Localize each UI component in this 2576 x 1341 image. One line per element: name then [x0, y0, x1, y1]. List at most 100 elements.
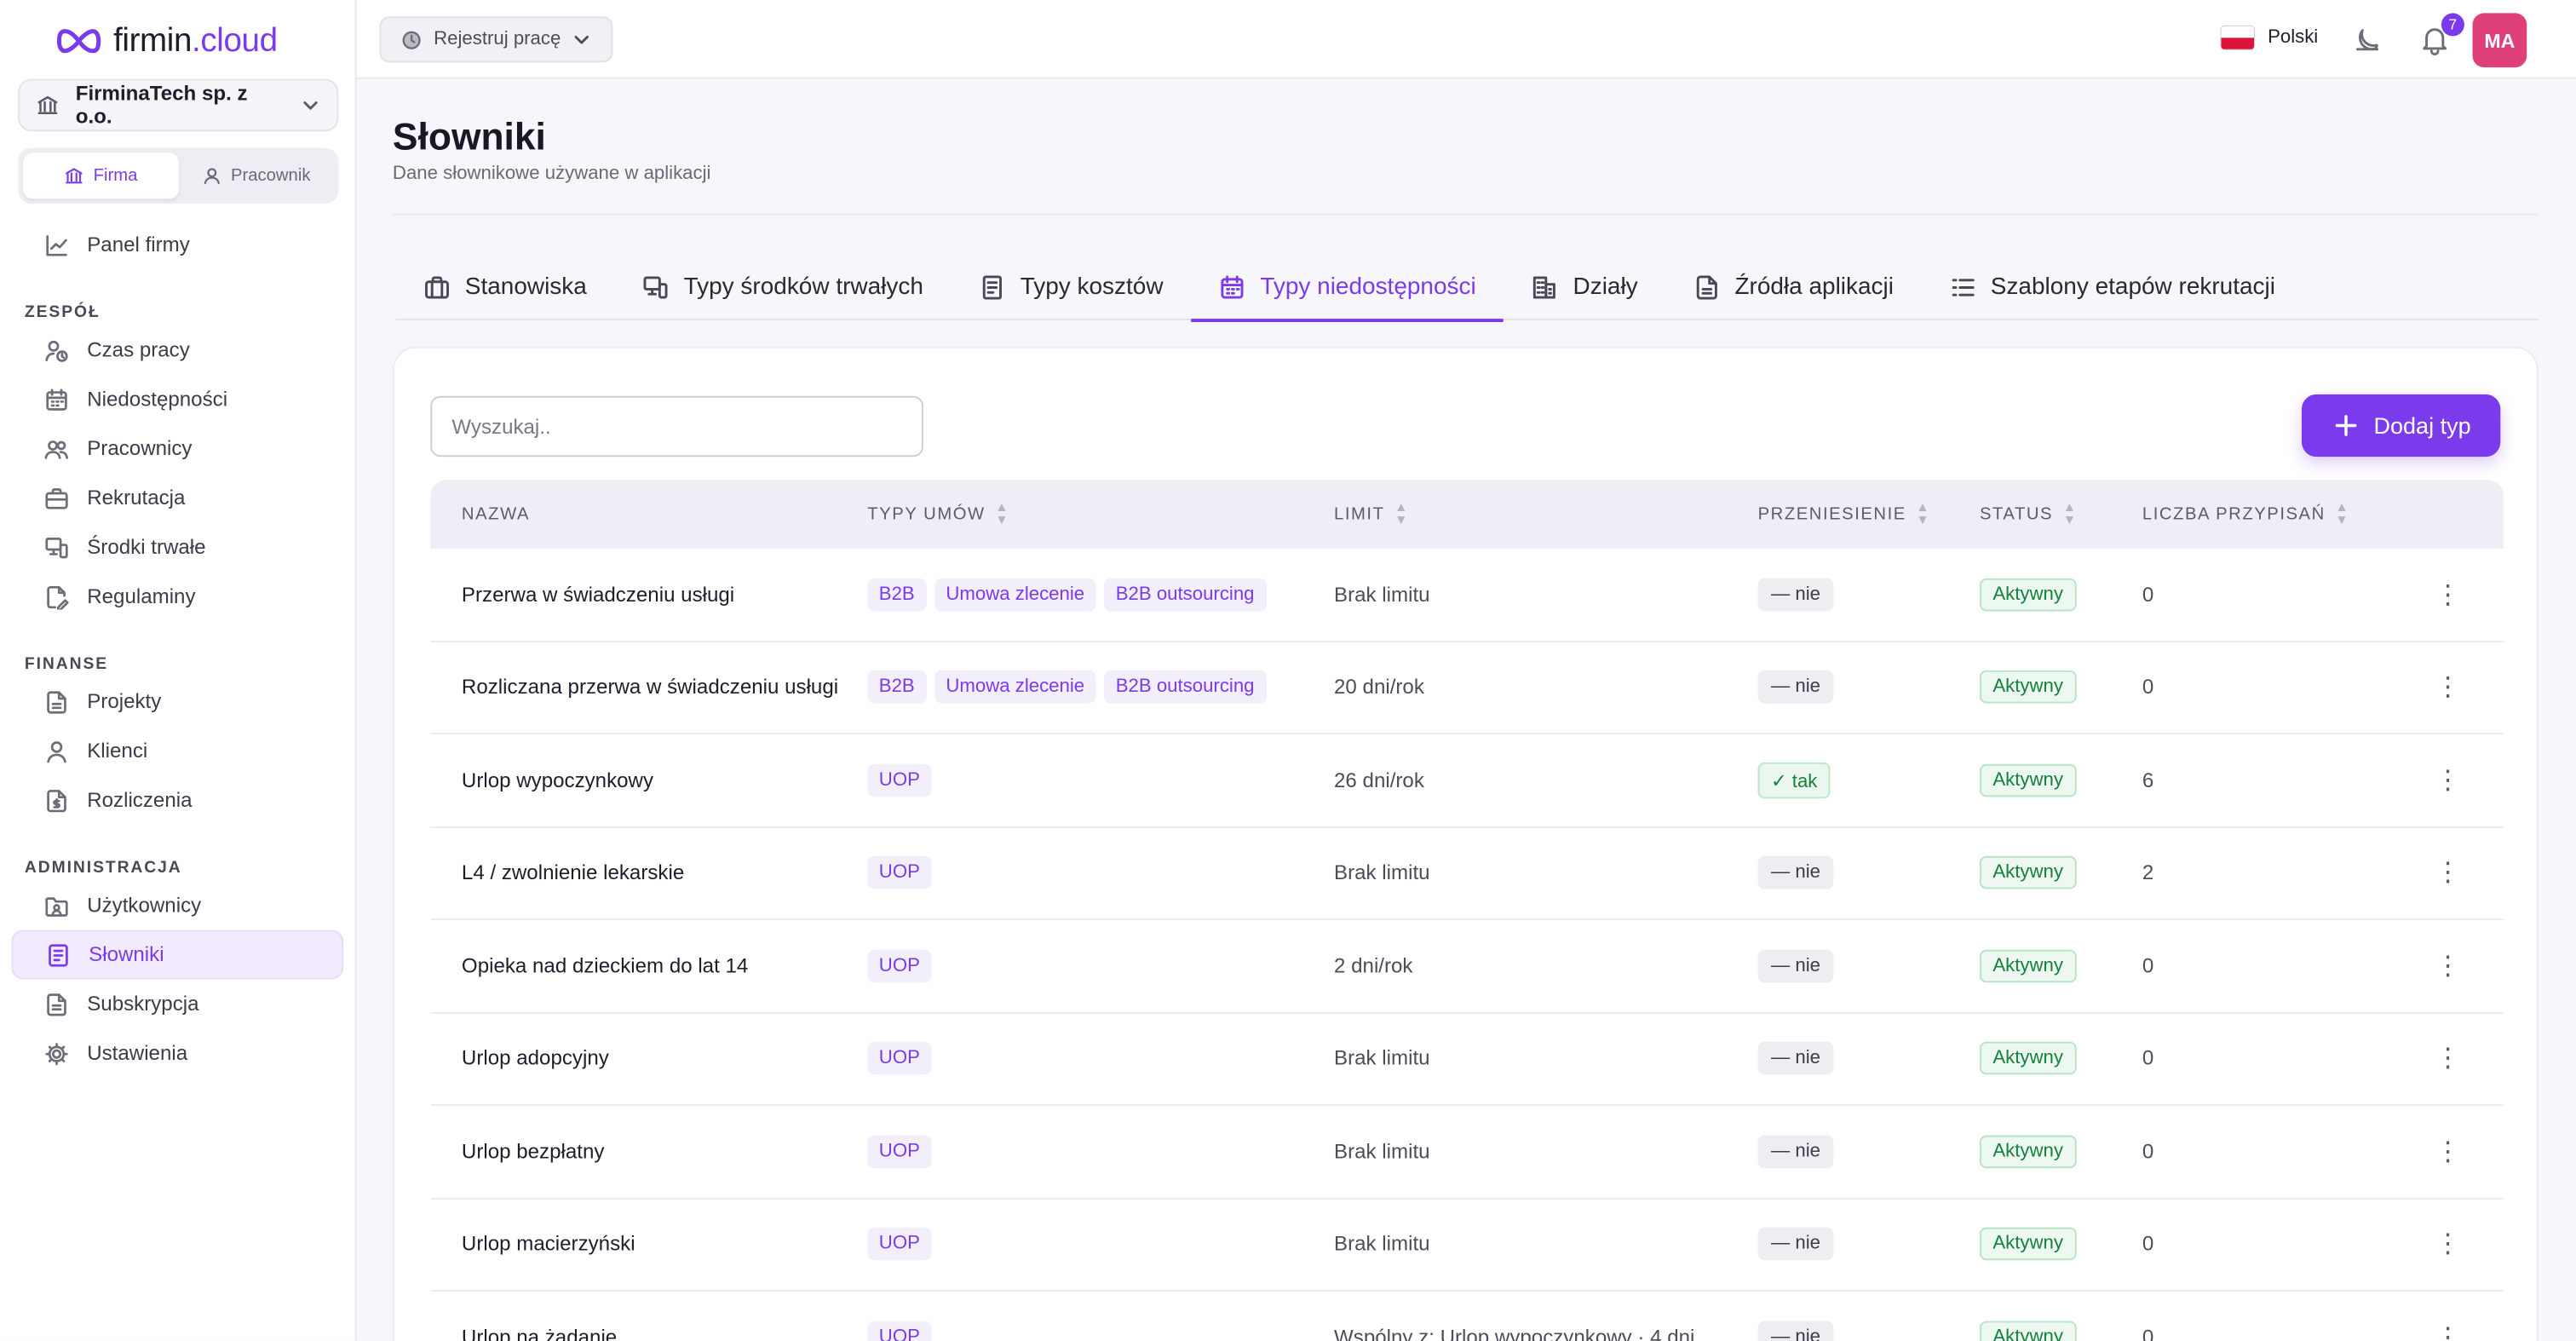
sidebar-item-work-time[interactable]: Czas pracy	[12, 325, 344, 375]
column-header-label: LIMIT	[1334, 504, 1385, 525]
sidebar-item-recruitment[interactable]: Rekrutacja	[12, 473, 344, 522]
sidebar-item-label: Rekrutacja	[87, 486, 186, 509]
sidebar-item-assets[interactable]: Środki trwałe	[12, 522, 344, 572]
row-status: Aktywny	[1979, 949, 2142, 982]
table-row[interactable]: Urlop na żądanie UOP Wspólny z: Urlop wypo…	[430, 1292, 2504, 1341]
more-vertical-icon[interactable]: ⋮	[2435, 1135, 2461, 1168]
gear-icon	[41, 1041, 71, 1066]
table-row[interactable]: Urlop macierzyński UOP Brak limitu — nie Akt…	[430, 1199, 2504, 1292]
contract-chip: Umowa zlecenie	[934, 670, 1096, 704]
tab-absence-types[interactable]: Typy niedostępności	[1191, 255, 1505, 323]
tab-departments[interactable]: Działy	[1504, 255, 1666, 320]
avatar[interactable]: MA	[2472, 13, 2527, 68]
add-type-button[interactable]: Dodaj typ	[2301, 394, 2501, 458]
company-name: FirminaTech sp. z o.o.	[75, 82, 248, 129]
row-contracts: UOP	[867, 949, 1334, 982]
register-work-button[interactable]: Rejestruj pracę	[379, 16, 614, 63]
mode-company-button[interactable]: Firma	[23, 153, 179, 199]
contract-chip: UOP	[867, 1228, 932, 1261]
more-vertical-icon[interactable]: ⋮	[2435, 763, 2461, 797]
column-header-name[interactable]: NAZWA	[430, 504, 867, 524]
contract-chip: UOP	[867, 1135, 932, 1168]
table-row[interactable]: Opieka nad dzieckiem do lat 14 UOP 2 dni/r…	[430, 920, 2504, 1013]
column-header-assignments[interactable]: LICZBA PRZYPISAŃ ▲ ▼	[2142, 500, 2389, 527]
status-badge: Aktywny	[1979, 1042, 2077, 1075]
column-header-label: NAZWA	[461, 504, 531, 525]
table-row[interactable]: Urlop bezpłatny UOP Brak limitu — nie Aktywn…	[430, 1106, 2504, 1199]
row-actions: ⋮	[2389, 1321, 2504, 1341]
contract-chip: UOP	[867, 1042, 932, 1075]
column-header-label: TYPY UMÓW	[867, 504, 986, 525]
row-limit: Brak limitu	[1334, 583, 1430, 607]
table-row[interactable]: Rozliczana przerwa w świadczeniu usługi B…	[430, 642, 2504, 735]
row-name: Przerwa w świadczeniu usługi	[461, 583, 735, 607]
column-header-transfer[interactable]: PRZENIESIENIE ▲ ▼	[1758, 500, 1980, 527]
users-icon	[41, 436, 71, 461]
status-badge: Aktywny	[1979, 856, 2077, 889]
sidebar-item-settlements[interactable]: Rozliczenia	[12, 775, 344, 825]
more-vertical-icon[interactable]: ⋮	[2435, 670, 2461, 704]
sidebar-item-subscription[interactable]: Subskrypcja	[12, 979, 344, 1028]
mode-employee-button[interactable]: Pracownik	[178, 153, 333, 199]
more-vertical-icon[interactable]: ⋮	[2435, 1228, 2461, 1261]
moon-icon[interactable]	[2351, 23, 2384, 56]
dictionary-tabs: Stanowiska Typy środków trwałych Typy ko…	[395, 255, 2539, 323]
row-transfer: — nie	[1757, 1042, 1980, 1075]
row-status: Aktywny	[1979, 1321, 2142, 1341]
sort-icon: ▲ ▼	[2062, 499, 2078, 528]
table-body: Przerwa w świadczeniu usługi B2B Umowa zle…	[430, 549, 2504, 1341]
language-selector[interactable]: Polski	[2222, 26, 2318, 49]
row-actions: ⋮	[2389, 1042, 2504, 1075]
contract-chips: UOP	[867, 949, 1334, 982]
row-limit: Wspólny z: Urlop wypoczynkowy · 4 dni	[1334, 1325, 1695, 1341]
table-row[interactable]: Urlop adopcyjny UOP Brak limitu — nie Aktywn…	[430, 1013, 2504, 1106]
column-header-label: STATUS	[1979, 504, 2054, 525]
tab-application-sources[interactable]: Źródła aplikacji	[1665, 255, 1921, 320]
column-header-contracts[interactable]: TYPY UMÓW ▲ ▼	[867, 500, 1334, 527]
row-assignments: 6	[2142, 768, 2154, 792]
column-header-limit[interactable]: LIMIT ▲ ▼	[1334, 500, 1758, 527]
table-row[interactable]: Przerwa w świadczeniu usługi B2B Umowa zle…	[430, 549, 2504, 642]
more-vertical-icon[interactable]: ⋮	[2435, 856, 2461, 889]
id-card-icon	[41, 893, 71, 918]
contract-chip: B2B outsourcing	[1104, 578, 1267, 611]
sidebar-nav: Panel firmy ZESPÓŁ Czas pracy Niedostępn…	[0, 220, 357, 1078]
logo[interactable]: firmin.cloud	[56, 21, 278, 60]
tab-label: Źródła aplikacji	[1734, 274, 1894, 301]
sidebar-item-regulations[interactable]: Regulaminy	[12, 572, 344, 621]
tab-recruitment-templates[interactable]: Szablony etapów rekrutacji	[1922, 255, 2303, 320]
more-vertical-icon[interactable]: ⋮	[2435, 1321, 2461, 1341]
company-selector[interactable]: FirminaTech sp. z o.o.	[18, 78, 339, 132]
sidebar-item-label: Ustawienia	[87, 1041, 188, 1065]
sidebar-item-clients[interactable]: Klienci	[12, 726, 344, 775]
table-header: NAZWA TYPY UMÓW ▲ ▼ LIMIT ▲ ▼ PRZENIESIENIE ▲…	[430, 480, 2504, 550]
sidebar-item-panel[interactable]: Panel firmy	[12, 220, 344, 269]
sidebar-item-employees[interactable]: Pracownicy	[12, 424, 344, 474]
tab-asset-types[interactable]: Typy środków trwałych	[615, 255, 952, 320]
more-vertical-icon[interactable]: ⋮	[2435, 578, 2461, 611]
row-transfer: — nie	[1757, 578, 1980, 611]
section-title-finance: FINANSE	[24, 655, 109, 674]
table-row[interactable]: Urlop wypoczynkowy UOP 26 dni/rok ✓ tak Akty…	[430, 734, 2504, 828]
logo-domain: .cloud	[192, 22, 278, 59]
sidebar-item-dictionaries[interactable]: Słowniki	[11, 929, 344, 980]
search-input[interactable]	[430, 395, 923, 458]
sidebar-item-absences[interactable]: Niedostępności	[12, 375, 344, 424]
more-vertical-icon[interactable]: ⋮	[2435, 1042, 2461, 1075]
sidebar-item-projects[interactable]: Projekty	[12, 677, 344, 727]
contract-chip: B2B outsourcing	[1104, 670, 1267, 704]
row-contracts: UOP	[867, 1228, 1334, 1261]
row-name: Urlop na żądanie	[461, 1325, 618, 1341]
tab-cost-types[interactable]: Typy kosztów	[952, 255, 1192, 320]
table-row[interactable]: L4 / zwolnienie lekarskie UOP Brak limitu —…	[430, 827, 2504, 921]
calendar-icon	[1219, 274, 1245, 301]
transfer-badge: — nie	[1757, 578, 1834, 611]
transfer-badge: — nie	[1757, 949, 1834, 982]
transfer-badge: — nie	[1757, 670, 1834, 704]
sidebar-item-users[interactable]: Użytkownicy	[12, 881, 344, 930]
sidebar-item-settings[interactable]: Ustawienia	[12, 1028, 344, 1078]
column-header-status[interactable]: STATUS ▲ ▼	[1979, 499, 2142, 528]
more-vertical-icon[interactable]: ⋮	[2435, 949, 2461, 982]
tab-positions[interactable]: Stanowiska	[396, 255, 615, 320]
row-contracts: B2B Umowa zlecenie B2B outsourcing	[867, 670, 1334, 704]
